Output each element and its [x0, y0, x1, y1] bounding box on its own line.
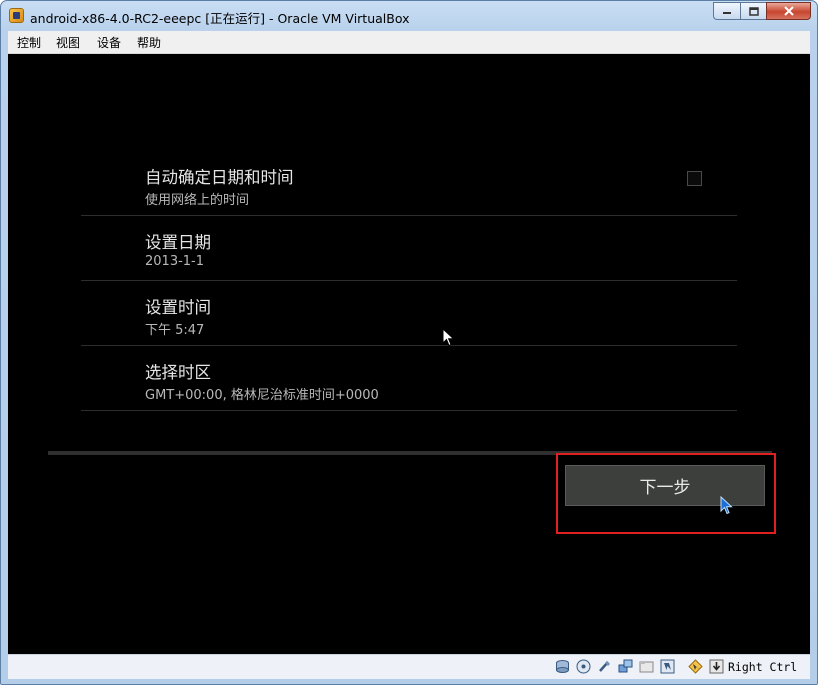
optical-drive-icon[interactable]	[576, 659, 591, 674]
minimize-button[interactable]	[713, 2, 740, 20]
vm-screen[interactable]: 自动确定日期和时间 使用网络上的时间 设置日期 2013-1-1 设置时间 下午…	[8, 54, 810, 654]
setting-subtitle: GMT+00:00, 格林尼治标准时间+0000	[145, 388, 379, 403]
maximize-icon	[748, 6, 759, 16]
usb-icon[interactable]	[597, 659, 612, 674]
mouse-pointer-icon	[442, 328, 455, 347]
menu-bar: 控制 视图 设备 帮助	[8, 31, 810, 54]
title-bar[interactable]: android-x86-4.0-RC2-eeepc [正在运行] - Oracl…	[1, 1, 819, 31]
menu-devices[interactable]: 设备	[97, 34, 121, 51]
virtualbox-window: android-x86-4.0-RC2-eeepc [正在运行] - Oracl…	[0, 0, 818, 685]
setting-subtitle: 2013-1-1	[145, 254, 205, 269]
auto-datetime-checkbox[interactable]	[687, 171, 702, 186]
setting-date[interactable]: 设置日期 2013-1-1	[81, 216, 737, 281]
host-key-label: Right Ctrl	[728, 660, 798, 674]
maximize-button[interactable]	[740, 2, 766, 20]
virtualbox-app-icon[interactable]	[9, 8, 24, 23]
close-icon	[783, 6, 794, 16]
setting-subtitle: 使用网络上的时间	[145, 193, 250, 208]
hard-disk-icon[interactable]	[555, 659, 570, 674]
capture-icon[interactable]	[660, 659, 675, 674]
menu-control[interactable]: 控制	[17, 34, 41, 51]
setting-title: 选择时区	[145, 363, 211, 382]
setting-subtitle: 下午 5:47	[145, 323, 205, 338]
setting-title: 设置时间	[145, 298, 211, 317]
setting-timezone[interactable]: 选择时区 GMT+00:00, 格林尼治标准时间+0000	[81, 346, 737, 411]
window-title: android-x86-4.0-RC2-eeepc [正在运行] - Oracl…	[30, 11, 410, 26]
minimize-icon	[723, 12, 731, 14]
setting-title: 设置日期	[145, 233, 211, 252]
menu-view[interactable]: 视图	[56, 34, 80, 51]
network-icon[interactable]	[618, 659, 633, 674]
window-controls	[713, 2, 811, 21]
setting-title: 自动确定日期和时间	[145, 168, 294, 187]
shared-folders-icon[interactable]	[639, 659, 654, 674]
status-bar: Right Ctrl	[8, 654, 810, 679]
next-button[interactable]: 下一步	[565, 465, 765, 506]
close-button[interactable]	[766, 2, 811, 20]
setting-auto-datetime[interactable]: 自动确定日期和时间 使用网络上的时间	[81, 151, 737, 216]
keyboard-capture-icon[interactable]	[709, 659, 724, 674]
mouse-pointer-icon	[720, 496, 733, 515]
setting-time[interactable]: 设置时间 下午 5:47	[81, 281, 737, 346]
menu-help[interactable]: 帮助	[137, 34, 161, 51]
mouse-integration-icon[interactable]	[688, 659, 703, 674]
